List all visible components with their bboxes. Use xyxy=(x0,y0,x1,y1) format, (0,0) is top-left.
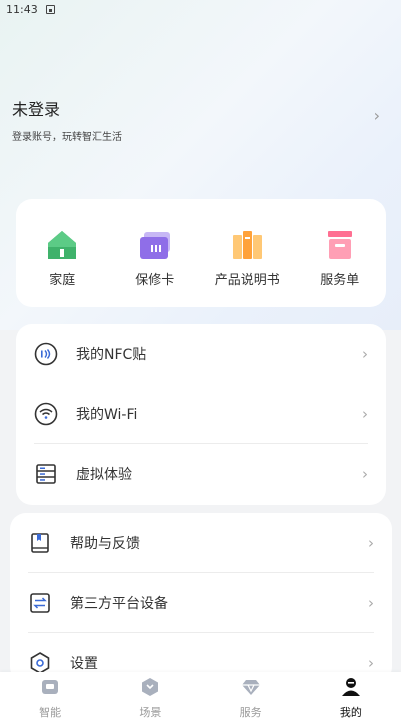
scene-icon xyxy=(139,676,161,698)
nav-label: 服务 xyxy=(239,706,262,719)
server-icon xyxy=(34,462,58,486)
chevron-right-icon: › xyxy=(368,534,374,552)
more-list-card: 帮助与反馈 › 第三方平台设备 › 设置 › xyxy=(10,513,392,683)
list-item-third-party-devices[interactable]: 第三方平台设备 › xyxy=(28,573,374,633)
list-item-help-feedback[interactable]: 帮助与反馈 › xyxy=(28,513,374,573)
list-item-wifi[interactable]: 我的Wi-Fi › xyxy=(34,384,368,444)
list-item-virtual-experience[interactable]: 虚拟体验 › xyxy=(34,444,368,504)
chevron-right-icon: › xyxy=(362,345,368,363)
profile-icon xyxy=(340,676,362,698)
list-item-label: 设置 xyxy=(70,656,98,672)
quick-action-home[interactable]: 家庭 xyxy=(17,227,107,288)
transfer-icon xyxy=(28,591,52,615)
list-item-label: 第三方平台设备 xyxy=(70,596,168,612)
warranty-card-icon xyxy=(137,227,173,263)
nav-tab-profile[interactable]: 我的 xyxy=(311,676,391,720)
home-icon xyxy=(44,227,80,263)
status-bar: 11:43 xyxy=(0,0,401,18)
chevron-right-icon: › xyxy=(362,465,368,483)
quick-action-label: 服务单 xyxy=(320,273,360,288)
quick-action-manual[interactable]: 产品说明书 xyxy=(202,227,292,288)
quick-action-warranty[interactable]: 保修卡 xyxy=(110,227,200,288)
list-item-label: 虚拟体验 xyxy=(76,467,132,483)
nav-label: 场景 xyxy=(139,706,162,719)
status-time: 11:43 xyxy=(6,2,38,16)
list-item-label: 我的Wi-Fi xyxy=(76,407,138,423)
chevron-right-icon: › xyxy=(368,654,374,672)
book-icon xyxy=(28,531,52,555)
bottom-navigation: 智能 场景 服务 我的 xyxy=(0,672,401,720)
chevron-right-icon: › xyxy=(368,594,374,612)
devices-list-card: 我的NFC贴 › 我的Wi-Fi › 虚拟体验 › xyxy=(16,324,386,505)
service-order-icon xyxy=(322,227,358,263)
quick-action-label: 家庭 xyxy=(49,273,76,288)
quick-actions-card: 家庭 保修卡 产品说明书 服务单 xyxy=(16,199,386,307)
login-prompt[interactable]: 未登录 登录账号，玩转智汇生活 › xyxy=(12,96,390,143)
list-item-label: 我的NFC贴 xyxy=(76,347,147,363)
notification-icon xyxy=(45,4,55,14)
quick-action-label: 产品说明书 xyxy=(214,273,280,288)
list-item-label: 帮助与反馈 xyxy=(70,536,140,552)
nav-tab-scene[interactable]: 场景 xyxy=(110,676,190,720)
list-item-nfc[interactable]: 我的NFC贴 › xyxy=(34,324,368,384)
login-subtitle: 登录账号，玩转智汇生活 xyxy=(12,132,122,143)
quick-action-service-order[interactable]: 服务单 xyxy=(295,227,385,288)
nfc-icon xyxy=(34,342,58,366)
chevron-right-icon: › xyxy=(373,106,380,125)
wifi-icon xyxy=(34,402,58,426)
chevron-right-icon: › xyxy=(362,405,368,423)
nav-tab-service[interactable]: 服务 xyxy=(211,676,291,720)
manual-icon xyxy=(229,227,265,263)
login-title: 未登录 xyxy=(12,100,61,119)
quick-action-label: 保修卡 xyxy=(135,273,175,288)
nav-label: 智能 xyxy=(39,706,62,719)
diamond-icon xyxy=(240,676,262,698)
nav-tab-smart[interactable]: 智能 xyxy=(10,676,90,720)
smart-icon xyxy=(39,676,61,698)
nav-label: 我的 xyxy=(339,706,362,719)
